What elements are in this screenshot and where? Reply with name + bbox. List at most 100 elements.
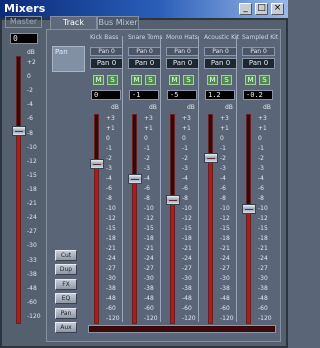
pan-value-field[interactable]: Pan 0 [128, 58, 161, 69]
scale-tick-label: -21 [27, 200, 37, 208]
scale-tick-label: -21 [144, 245, 154, 252]
channel-fader-handle[interactable] [166, 195, 180, 206]
channel-scale-unit: dB [225, 104, 233, 111]
scale-tick-label: -12 [182, 215, 192, 222]
channel-level-field[interactable]: -5 [167, 90, 197, 100]
channel-fader-track [132, 114, 137, 324]
scale-tick-label: -8 [220, 195, 226, 202]
solo-button[interactable]: S [183, 75, 194, 85]
scale-tick-label: -10 [258, 205, 268, 212]
fx-button[interactable]: FX [55, 279, 77, 290]
channel-fader-handle[interactable] [128, 174, 142, 185]
channel-level-fill [209, 158, 212, 323]
cut-button[interactable]: Cut [55, 250, 77, 261]
scale-tick-label: -3 [144, 165, 150, 172]
scale-tick-label: -1 [220, 145, 226, 152]
scale-tick-label: -30 [182, 275, 192, 282]
aux-button[interactable]: Aux [55, 322, 77, 333]
scale-tick-label: +3 [144, 115, 153, 122]
scale-tick-label: -38 [106, 285, 116, 292]
dup-button[interactable]: Dup [55, 264, 77, 275]
scale-tick-label: -120 [106, 315, 120, 322]
pan-value-field[interactable]: Pan 0 [242, 58, 275, 69]
mute-button[interactable]: M [169, 75, 180, 85]
scale-tick-label: -30 [220, 275, 230, 282]
scale-tick-label: -6 [106, 185, 112, 192]
channel-level-field[interactable]: 1.2 [205, 90, 235, 100]
scale-tick-label: -4 [220, 175, 226, 182]
mute-button[interactable]: M [93, 75, 104, 85]
channel-divider [236, 36, 237, 322]
scale-tick-label: -24 [258, 255, 268, 262]
pan-group-label: Pan [52, 46, 85, 72]
mute-button[interactable]: M [131, 75, 142, 85]
maximize-button[interactable]: □ [255, 3, 268, 15]
scale-tick-label: -30 [27, 242, 37, 250]
scale-tick-label: -1 [144, 145, 150, 152]
scale-tick-label: -30 [106, 275, 116, 282]
solo-button[interactable]: S [259, 75, 270, 85]
pan-value-field[interactable]: Pan 0 [90, 58, 123, 69]
solo-button[interactable]: S [107, 75, 118, 85]
scale-tick-label: -27 [27, 228, 37, 236]
scale-tick-label: -18 [258, 235, 268, 242]
scale-tick-label: 0 [220, 135, 224, 142]
minimize-button[interactable]: _ [239, 3, 252, 15]
scale-tick-label: -2 [182, 155, 188, 162]
scale-tick-label: -10 [182, 205, 192, 212]
channel-scale: +3 +1 0 -1 -2 -3 -4 -6 -8 -10 -12 -15 -18 -21 -24 -27 -3… [258, 114, 272, 324]
mute-button[interactable]: M [245, 75, 256, 85]
channel-level-field[interactable]: 0 [91, 90, 121, 100]
pan-value-field[interactable]: Pan 0 [166, 58, 199, 69]
tab-track-mixer[interactable]: Track Mixer [50, 16, 97, 38]
scale-tick-label: 0 [27, 73, 31, 81]
mute-button[interactable]: M [207, 75, 218, 85]
scale-tick-label: -24 [144, 255, 154, 262]
scale-tick-label: -24 [220, 255, 230, 262]
pan-knob[interactable]: Pan 0 [204, 47, 237, 56]
scale-tick-label: -27 [144, 265, 154, 272]
channel-fader-track [208, 114, 213, 324]
channel-fader-handle[interactable] [242, 203, 256, 214]
scale-tick-label: +1 [182, 125, 191, 132]
scale-tick-label: -27 [106, 265, 116, 272]
eq-button[interactable]: EQ [55, 293, 77, 304]
channel-level-fill [171, 200, 174, 323]
scale-tick-label: -1 [106, 145, 112, 152]
solo-button[interactable]: S [145, 75, 156, 85]
scale-tick-label: -12 [27, 157, 37, 165]
tab-bus-mixer[interactable]: Bus Mixer [97, 16, 139, 29]
title-bar: Mixers _ □ × [0, 0, 288, 18]
channel-fader-handle[interactable] [90, 159, 104, 170]
scale-tick-label: -18 [106, 235, 116, 242]
solo-button[interactable]: S [221, 75, 232, 85]
scale-tick-label: -27 [220, 265, 230, 272]
channel-scale-unit: dB [111, 104, 119, 111]
scale-tick-label: -18 [144, 235, 154, 242]
scale-tick-label: -30 [144, 275, 154, 282]
pan-knob[interactable]: Pan 0 [90, 47, 123, 56]
master-value-field[interactable]: 0 [10, 33, 38, 44]
scale-tick-label: -27 [182, 265, 192, 272]
pan-button[interactable]: Pan [55, 308, 77, 319]
pan-knob[interactable]: Pan 0 [166, 47, 199, 56]
pan-value-field[interactable]: Pan 0 [204, 58, 237, 69]
scale-tick-label: +3 [106, 115, 115, 122]
scale-tick-label: -6 [258, 185, 264, 192]
pan-knob[interactable]: Pan 0 [242, 47, 275, 56]
scale-tick-label: -21 [220, 245, 230, 252]
scale-tick-label: -15 [27, 171, 37, 179]
pan-knob[interactable]: Pan 0 [128, 47, 161, 56]
channel-level-field[interactable]: -1 [129, 90, 159, 100]
close-button[interactable]: × [271, 3, 284, 15]
channel-fader-handle[interactable] [204, 153, 218, 164]
channel-level-field[interactable]: -0.2 [243, 90, 273, 100]
master-fader-handle[interactable] [12, 126, 26, 137]
scale-tick-label: -18 [27, 185, 37, 193]
scale-tick-label: -60 [144, 305, 154, 312]
scale-tick-label: -120 [220, 315, 234, 322]
scale-tick-label: -1 [182, 145, 188, 152]
horizontal-scrollbar[interactable] [88, 325, 276, 333]
scale-tick-label: 0 [106, 135, 110, 142]
channel-level-fill [247, 208, 250, 323]
